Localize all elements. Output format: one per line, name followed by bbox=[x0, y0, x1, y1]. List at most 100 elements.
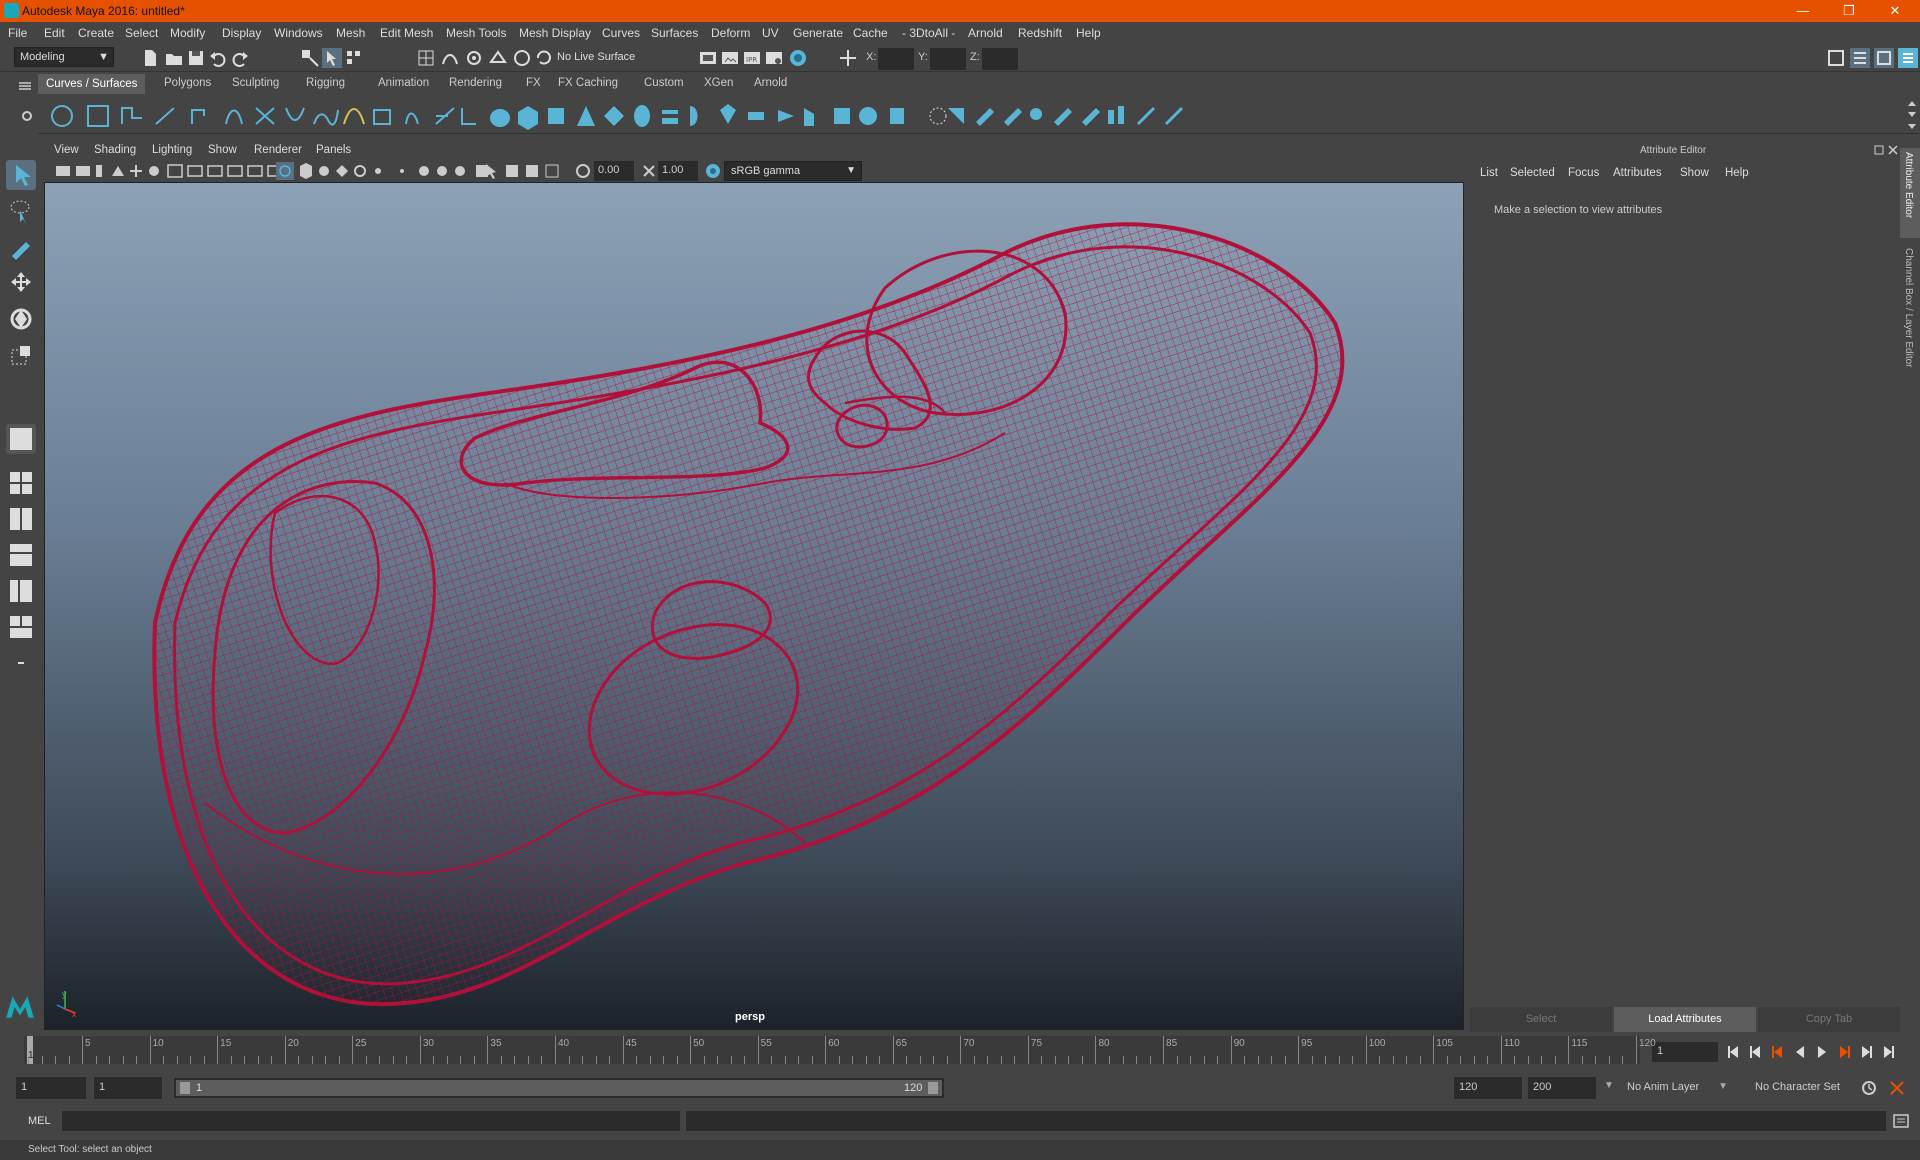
tab-channel-box[interactable]: Channel Box / Layer Editor bbox=[1900, 244, 1920, 394]
menu-item-3[interactable]: Select bbox=[125, 26, 158, 40]
shelf-menu-icon[interactable] bbox=[18, 80, 32, 92]
mode-selector[interactable]: Modeling ▼ bbox=[14, 47, 114, 67]
x-field[interactable] bbox=[878, 48, 914, 70]
channel-box-toggle-icon[interactable] bbox=[1898, 48, 1918, 68]
viewport-menu-item-5[interactable]: Panels bbox=[316, 144, 351, 156]
tab-shelf-9[interactable]: XGen bbox=[704, 77, 733, 89]
attribute-menu-item-1[interactable]: Selected bbox=[1510, 167, 1555, 179]
tab-shelf-3[interactable]: Rigging bbox=[306, 77, 345, 89]
tab-shelf-5[interactable]: Rendering bbox=[449, 77, 502, 89]
new-scene-icon[interactable] bbox=[140, 48, 160, 68]
hypershade-layout[interactable] bbox=[6, 612, 36, 642]
menu-item-1[interactable]: Edit bbox=[44, 26, 65, 40]
color-management-icon[interactable] bbox=[704, 162, 722, 180]
make-live-icon[interactable] bbox=[512, 48, 532, 68]
character-set-dropdown[interactable]: No Character Set bbox=[1750, 1077, 1858, 1099]
playback-start-field[interactable]: 1 bbox=[94, 1077, 162, 1099]
menu-item-14[interactable]: UV bbox=[762, 26, 779, 40]
auto-key-icon[interactable] bbox=[1860, 1079, 1878, 1097]
tab-shelf-1[interactable]: Polygons bbox=[164, 77, 211, 89]
select-object-icon[interactable] bbox=[322, 48, 342, 68]
menu-item-8[interactable]: Edit Mesh bbox=[380, 26, 433, 40]
copy-tab-button[interactable]: Copy Tab bbox=[1758, 1007, 1900, 1032]
playback-controls[interactable] bbox=[1726, 1044, 1916, 1060]
animation-end-field[interactable]: 200 bbox=[1528, 1077, 1596, 1099]
snap-point-icon[interactable] bbox=[464, 48, 484, 68]
wireframe-mesh[interactable] bbox=[45, 183, 1464, 1030]
close-panel-icon[interactable] bbox=[1888, 145, 1898, 155]
select-tool[interactable] bbox=[6, 160, 36, 190]
menu-item-16[interactable]: Cache bbox=[853, 26, 888, 40]
render-view-icon[interactable] bbox=[698, 48, 718, 68]
ipr-render-icon[interactable]: IPR bbox=[742, 48, 762, 68]
two-view-layout[interactable] bbox=[6, 504, 36, 534]
menu-item-11[interactable]: Curves bbox=[602, 26, 640, 40]
scale-tool[interactable] bbox=[6, 340, 36, 370]
menu-item-4[interactable]: Modify bbox=[170, 26, 205, 40]
menu-item-9[interactable]: Mesh Tools bbox=[446, 26, 506, 40]
tab-shelf-8[interactable]: Custom bbox=[644, 77, 684, 89]
tab-attribute-editor[interactable]: Attribute Editor bbox=[1900, 148, 1920, 238]
menu-item-2[interactable]: Create bbox=[78, 26, 114, 40]
snap-grid-icon[interactable] bbox=[416, 48, 436, 68]
y-field[interactable] bbox=[930, 48, 966, 70]
close-button[interactable]: ✕ bbox=[1872, 0, 1918, 22]
transform-constraints-icon[interactable] bbox=[838, 48, 858, 68]
redo-icon[interactable] bbox=[230, 48, 250, 68]
attribute-menu-item-5[interactable]: Help bbox=[1725, 167, 1749, 179]
history-icon[interactable] bbox=[534, 48, 554, 68]
snap-view-plane-icon[interactable] bbox=[488, 48, 508, 68]
shelf-settings-gear-icon[interactable] bbox=[21, 110, 33, 122]
select-component-icon[interactable] bbox=[344, 48, 364, 68]
chevron-down-icon[interactable]: ▼ bbox=[1604, 1080, 1614, 1091]
graph-editor-layout[interactable] bbox=[6, 576, 36, 606]
viewport-menu-item-0[interactable]: View bbox=[54, 144, 79, 156]
tab-shelf-7[interactable]: FX Caching bbox=[558, 77, 618, 89]
minimize-button[interactable]: — bbox=[1780, 0, 1826, 22]
menu-item-0[interactable]: File bbox=[8, 26, 27, 40]
tab-shelf-4[interactable]: Animation bbox=[378, 77, 429, 89]
shading-toolbar-icons[interactable] bbox=[276, 162, 506, 180]
script-editor-icon[interactable] bbox=[1892, 1112, 1910, 1130]
anim-layer-dropdown[interactable]: No Anim Layer ▼ bbox=[1622, 1077, 1730, 1099]
render-frame-icon[interactable] bbox=[720, 48, 740, 68]
float-panel-icon[interactable] bbox=[1874, 145, 1884, 155]
render-settings-icon[interactable] bbox=[764, 48, 784, 68]
save-scene-icon[interactable] bbox=[186, 48, 206, 68]
snap-curve-icon[interactable] bbox=[440, 48, 460, 68]
undo-icon[interactable] bbox=[208, 48, 228, 68]
attribute-editor-toggle-icon[interactable] bbox=[1850, 48, 1870, 68]
range-bar-handle[interactable] bbox=[176, 1080, 942, 1096]
playback-end-field[interactable]: 120 bbox=[1454, 1077, 1522, 1099]
four-view-layout[interactable] bbox=[6, 468, 36, 498]
menu-item-10[interactable]: Mesh Display bbox=[519, 26, 591, 40]
menu-item-15[interactable]: Generate bbox=[793, 26, 843, 40]
tab-shelf-10[interactable]: Arnold bbox=[754, 77, 787, 89]
shelf-scroll-arrows-icon[interactable] bbox=[1906, 98, 1918, 132]
tab-shelf-2[interactable]: Sculpting bbox=[232, 77, 279, 89]
live-surface-field[interactable]: No Live Surface bbox=[552, 48, 652, 66]
menu-item-18[interactable]: Arnold bbox=[968, 26, 1003, 40]
gamma-icon[interactable] bbox=[640, 162, 658, 180]
attribute-menu-item-0[interactable]: List bbox=[1480, 167, 1498, 179]
move-tool[interactable] bbox=[6, 268, 36, 298]
hypershade-icon[interactable] bbox=[788, 48, 808, 68]
lasso-tool[interactable] bbox=[6, 196, 36, 226]
animation-preferences-icon[interactable] bbox=[1888, 1079, 1906, 1097]
range-end-handle[interactable] bbox=[928, 1082, 938, 1094]
select-button[interactable]: Select bbox=[1470, 1007, 1612, 1032]
viewport-menu-item-4[interactable]: Renderer bbox=[254, 144, 302, 156]
rotate-tool[interactable] bbox=[6, 304, 36, 334]
tool-settings-icon[interactable] bbox=[1874, 48, 1894, 68]
command-input[interactable] bbox=[62, 1111, 680, 1131]
viewport-menu-item-1[interactable]: Shading bbox=[94, 144, 136, 156]
menu-item-20[interactable]: Help bbox=[1076, 26, 1101, 40]
viewport-menu-item-3[interactable]: Show bbox=[208, 144, 237, 156]
layout-options[interactable] bbox=[6, 648, 36, 678]
select-hierarchy-icon[interactable] bbox=[300, 48, 320, 68]
z-field[interactable] bbox=[982, 48, 1018, 70]
current-frame-field[interactable]: 1 bbox=[1652, 1042, 1718, 1062]
menu-item-6[interactable]: Windows bbox=[274, 26, 323, 40]
load-attributes-button[interactable]: Load Attributes bbox=[1614, 1007, 1756, 1032]
modeling-toolkit-icon[interactable] bbox=[1826, 48, 1846, 68]
